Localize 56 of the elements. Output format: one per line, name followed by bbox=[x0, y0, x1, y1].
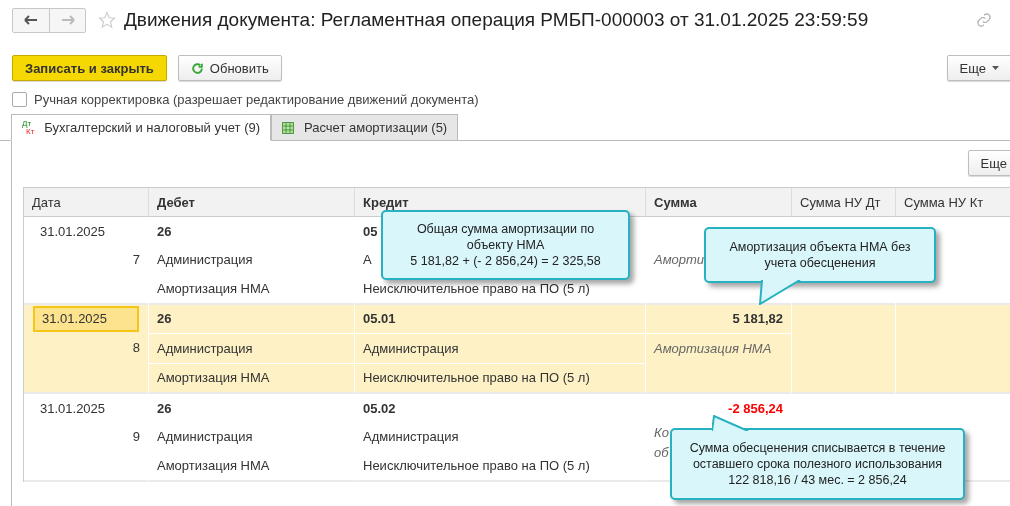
table-cell: 26 bbox=[157, 311, 172, 327]
row-number: 9 bbox=[132, 429, 140, 445]
manual-edit-checkbox[interactable]: Ручная корректировка (разрешает редактирование движений документа) bbox=[0, 81, 1010, 107]
forward-arrow-icon bbox=[60, 15, 75, 25]
callout-text: Общая сумма амортизации по объекту НМА 5 181,82 + (- 2 856,24) = 2 325,58 bbox=[410, 221, 601, 269]
table-cell: Ко bbox=[654, 425, 669, 440]
table-cell: А bbox=[363, 252, 372, 268]
column-header[interactable]: Дебет bbox=[149, 188, 355, 217]
table-cell: Амортизация НМА bbox=[157, 370, 270, 386]
more-button[interactable]: Еще bbox=[946, 55, 1010, 81]
refresh-button[interactable]: Обновить bbox=[177, 55, 282, 81]
table-cell-text: 31.01.2025 bbox=[39, 399, 107, 418]
link-icon[interactable] bbox=[976, 12, 992, 28]
table-cell: Амортизация НМА bbox=[157, 457, 270, 473]
table-cell: 05 bbox=[363, 223, 378, 239]
table-cell: 05.02 bbox=[363, 400, 396, 416]
table-cell: 05.01 bbox=[363, 311, 396, 327]
callout-text: Сумма обесценения списывается в течение оставшего срока полезного использования 122 818,16 / 43 мес. = 2 856,24 bbox=[689, 440, 946, 488]
callout-text: Амортизация объекта НМА без учета обесценения bbox=[729, 239, 911, 271]
save-and-close-button[interactable]: Записать и закрыть bbox=[12, 55, 167, 81]
back-arrow-icon bbox=[24, 15, 38, 25]
window-title: Движения документа: Регламентная операция РМБП-000003 от 31.01.2025 23:59:59 bbox=[124, 9, 870, 31]
amount-cell: 5 181,82 bbox=[732, 311, 783, 327]
row-number: 8 bbox=[132, 339, 140, 355]
table-cell: Администрация bbox=[363, 340, 459, 356]
row-number: 7 bbox=[132, 252, 140, 268]
tab[interactable]: Расчет амортизации (5) bbox=[271, 114, 459, 140]
table-cell: Администрация bbox=[157, 429, 253, 445]
table-cell: Администрация bbox=[157, 340, 253, 356]
column-header[interactable]: Сумма bbox=[646, 188, 792, 217]
table-cell: Амортизация НМА bbox=[157, 280, 270, 296]
debit-credit-icon: Дт Кт bbox=[22, 119, 35, 136]
column-header[interactable]: Сумма НУ Дт bbox=[792, 188, 896, 217]
amount-cell: -2 856,24 bbox=[728, 400, 783, 416]
table-cell: об bbox=[654, 445, 669, 460]
tab[interactable]: Дт Кт Бухгалтерский и налоговый учет (9) bbox=[11, 114, 271, 141]
table-cell: Амортизация НМА bbox=[654, 340, 772, 356]
column-header[interactable]: Сумма НУ Кт bbox=[896, 188, 1010, 217]
checkbox[interactable] bbox=[12, 92, 27, 107]
table-cell: 26 bbox=[157, 400, 172, 416]
table-cell: Неисключительное право на ПО (5 л) bbox=[363, 457, 590, 473]
checkbox-label: Ручная корректировка (разрешает редактирование движений документа) bbox=[34, 92, 479, 107]
table-cell: 26 bbox=[157, 223, 172, 239]
table-cell: Неисключительное право на ПО (5 л) bbox=[363, 280, 590, 296]
table-cell: Аморти bbox=[654, 252, 705, 268]
caret-icon bbox=[992, 66, 999, 70]
table-cell: 31.01.2025 bbox=[33, 305, 139, 332]
table-cell: Администрация bbox=[363, 429, 459, 445]
refresh-icon bbox=[190, 61, 204, 75]
column-header[interactable]: Дата bbox=[24, 188, 149, 217]
table-icon bbox=[282, 121, 294, 134]
table-cell: Администрация bbox=[157, 252, 253, 268]
table-cell-text: 31.01.2025 bbox=[39, 222, 107, 241]
table-cell: Неисключительное право на ПО (5 л) bbox=[363, 370, 590, 386]
star-icon[interactable] bbox=[98, 11, 116, 29]
more-button[interactable]: Еще bbox=[967, 150, 1010, 176]
